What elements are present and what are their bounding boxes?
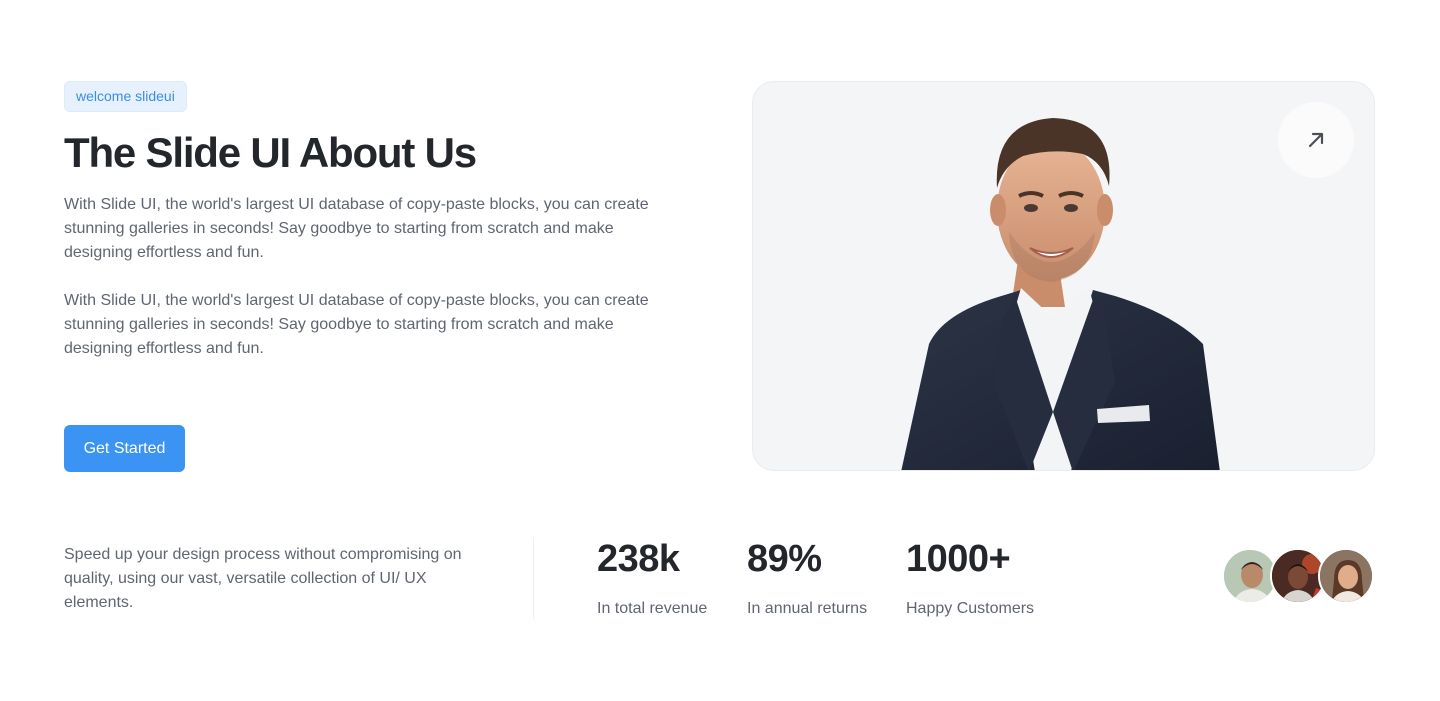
stat-revenue: 238k In total revenue [597, 536, 707, 620]
stat-value: 1000+ [906, 538, 1011, 580]
stat-customers: 1000+ Happy Customers [906, 536, 1034, 620]
stat-label: Happy Customers [906, 600, 1035, 617]
stat-value: 238k [597, 538, 680, 580]
stat-value: 89% [747, 538, 822, 580]
stat-returns: 89% In annual returns [747, 536, 867, 620]
stat-label: In annual returns [747, 600, 868, 617]
intro-paragraph-secondary: With Slide UI, the world's largest UI da… [64, 292, 649, 357]
stats-tagline: Speed up your design process without com… [64, 546, 462, 611]
get-started-button[interactable]: Get Started [64, 425, 185, 472]
section-divider [533, 537, 534, 619]
intro-paragraph: With Slide UI, the world's largest UI da… [64, 196, 649, 261]
open-link-button[interactable] [1278, 102, 1354, 178]
welcome-badge: welcome slideui [64, 81, 187, 112]
avatar [1318, 548, 1374, 604]
customer-avatars [1222, 548, 1382, 608]
stat-label: In total revenue [597, 600, 708, 617]
page-title: The Slide UI About Us [64, 129, 477, 176]
arrow-up-right-icon [1308, 132, 1324, 148]
